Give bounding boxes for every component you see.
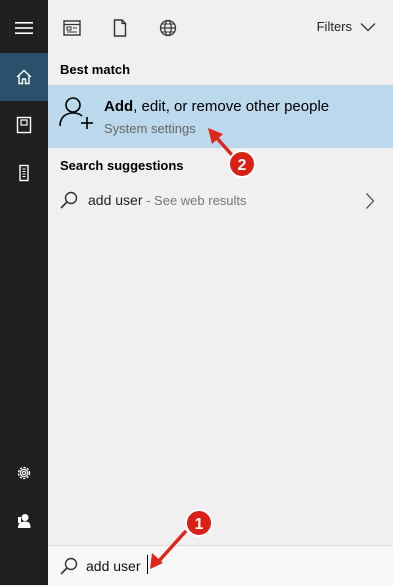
add-person-icon — [58, 95, 94, 136]
search-icon — [59, 556, 79, 581]
best-match-title: Add, edit, or remove other people — [104, 98, 329, 115]
web-scope-button[interactable] — [158, 18, 178, 38]
notebook-button[interactable] — [0, 101, 48, 149]
suggestion-item[interactable]: add user - See web results — [48, 184, 393, 218]
best-match-heading: Best match — [60, 62, 131, 77]
best-match-result[interactable]: Add, edit, or remove other people System… — [48, 85, 393, 148]
device-button[interactable] — [0, 149, 48, 197]
text-caret — [147, 555, 148, 574]
settings-gear-icon — [17, 466, 31, 480]
home-icon — [16, 69, 32, 85]
apps-scope-button[interactable] — [62, 18, 82, 38]
user-account-button[interactable] — [0, 497, 48, 545]
filters-label: Filters — [316, 19, 352, 34]
best-match-title-rest: , edit, or remove other people — [133, 98, 330, 115]
best-match-title-bold: Add — [104, 98, 134, 115]
start-sidebar — [0, 0, 48, 585]
hamburger-menu-button[interactable] — [0, 4, 48, 52]
tower-device-icon — [19, 164, 29, 182]
suggestion-hint: See web results — [154, 193, 247, 208]
apps-scope-icon — [63, 20, 81, 36]
suggestion-separator: - — [142, 193, 155, 208]
chevron-right-icon[interactable] — [365, 192, 375, 215]
settings-button[interactable] — [0, 449, 48, 497]
home-button[interactable] — [0, 53, 48, 101]
suggestion-text: add user - See web results — [88, 192, 247, 208]
suggestion-query: add user — [88, 192, 143, 208]
scope-toolbar: Filters — [48, 0, 393, 56]
notebook-icon — [16, 116, 32, 134]
search-icon — [59, 190, 79, 215]
search-input[interactable] — [86, 555, 336, 577]
best-match-subtitle: System settings — [104, 121, 196, 136]
documents-scope-button[interactable] — [110, 18, 130, 38]
web-scope-icon — [159, 19, 177, 37]
search-bar — [48, 545, 393, 586]
user-icon — [18, 514, 31, 528]
chevron-down-icon — [360, 22, 376, 31]
hamburger-menu-icon — [15, 22, 33, 34]
search-results-panel: Filters Best match Add, edit, or remove … — [48, 0, 393, 545]
documents-scope-icon — [113, 19, 127, 37]
search-suggestions-heading: Search suggestions — [60, 158, 184, 173]
filters-dropdown[interactable]: Filters — [317, 19, 376, 34]
